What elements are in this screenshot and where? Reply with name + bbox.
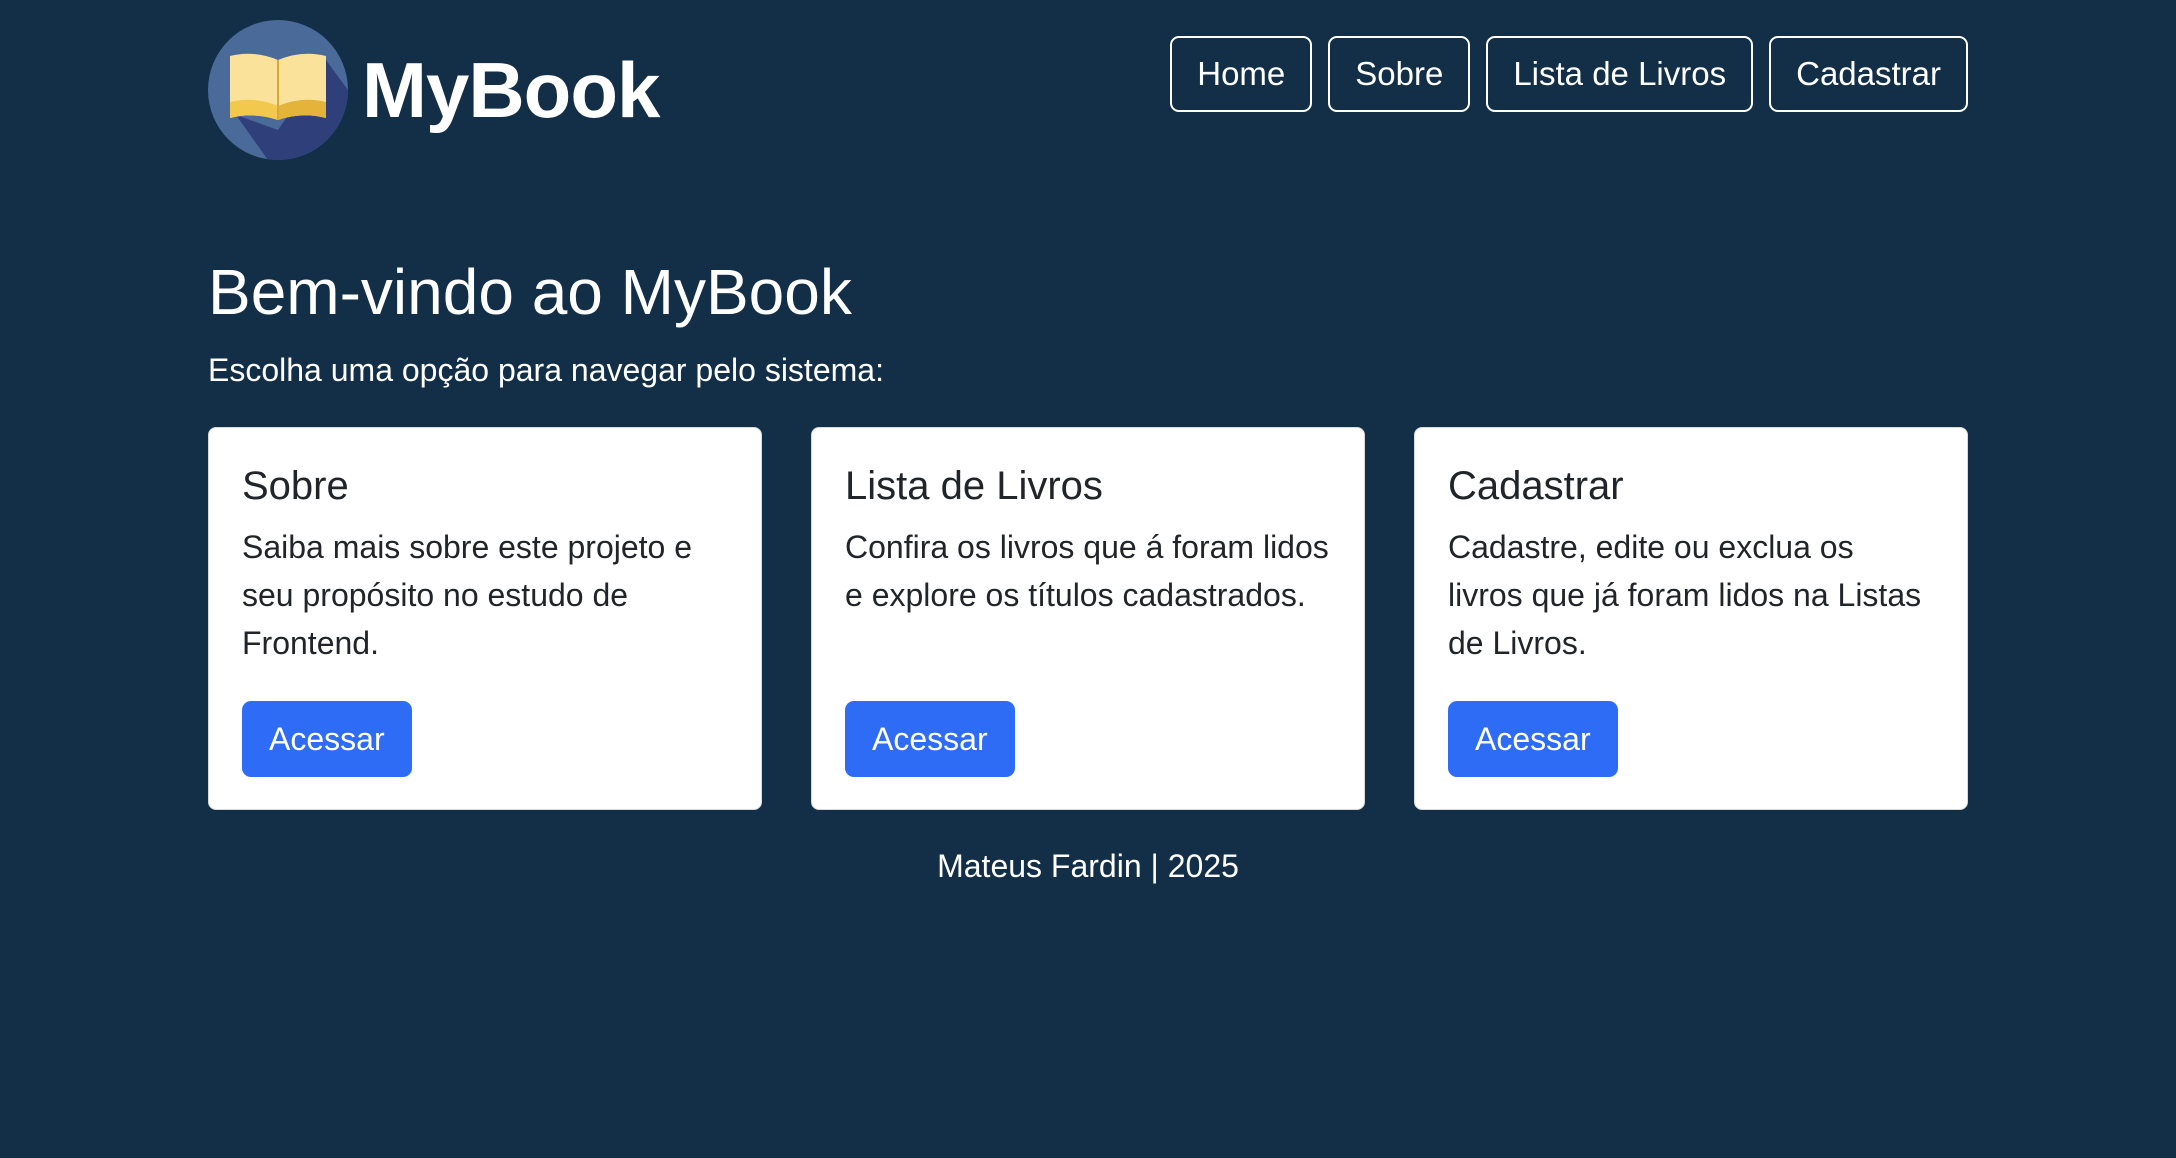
main-nav: Home Sobre Lista de Livros Cadastrar [1170, 36, 1968, 112]
card-lista-de-livros: Lista de Livros Confira os livros que á … [811, 427, 1365, 810]
card-description: Cadastre, edite ou exclua os livros que … [1448, 529, 1922, 661]
footer: Mateus Fardin | 2025 [0, 848, 2176, 885]
brand[interactable]: MyBook [208, 20, 660, 160]
nav-cadastrar-button[interactable]: Cadastrar [1769, 36, 1968, 112]
lista-de-livros-acessar-button[interactable]: Acessar [845, 701, 1015, 777]
cadastrar-acessar-button[interactable]: Acessar [1448, 701, 1618, 777]
card-description: Confira os livros que á foram lidos e ex… [845, 529, 1329, 613]
site-header: MyBook Home Sobre Lista de Livros Cadast… [208, 20, 1968, 160]
open-book-icon [208, 20, 348, 160]
card-title: Lista de Livros [845, 464, 1103, 508]
nav-sobre-button[interactable]: Sobre [1328, 36, 1471, 112]
footer-text: Mateus Fardin | 2025 [937, 848, 1239, 884]
sobre-acessar-button[interactable]: Acessar [242, 701, 412, 777]
option-cards: Sobre Saiba mais sobre este projeto e se… [208, 427, 1968, 810]
card-title: Cadastrar [1448, 464, 1624, 508]
card-title: Sobre [242, 464, 349, 508]
card-description: Saiba mais sobre este projeto e seu prop… [242, 529, 693, 661]
card-sobre: Sobre Saiba mais sobre este projeto e se… [208, 427, 762, 810]
card-cadastrar: Cadastrar Cadastre, edite ou exclua os l… [1414, 427, 1968, 810]
brand-name: MyBook [362, 45, 660, 134]
nav-home-button[interactable]: Home [1170, 36, 1313, 112]
page-title: Bem-vindo ao MyBook [208, 256, 852, 328]
nav-lista-de-livros-button[interactable]: Lista de Livros [1486, 36, 1754, 112]
page-subtitle: Escolha uma opção para navegar pelo sist… [208, 352, 884, 388]
